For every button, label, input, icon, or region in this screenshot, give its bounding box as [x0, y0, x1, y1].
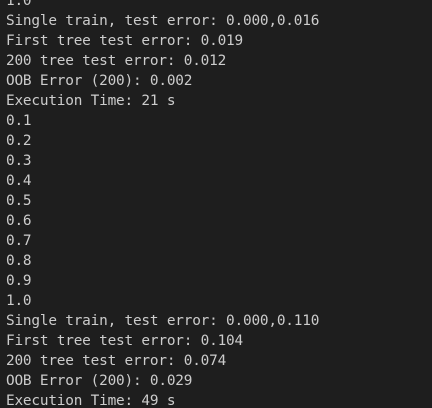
terminal-line: Execution Time: 49 s: [6, 393, 176, 408]
terminal-line: 0.9: [6, 273, 32, 289]
terminal-lines: 1.0 Single train, test error: 0.000,0.01…: [6, 0, 319, 408]
terminal-output-panel[interactable]: 1.0 Single train, test error: 0.000,0.01…: [0, 0, 432, 408]
terminal-line: First tree test error: 0.104: [6, 333, 243, 349]
terminal-line: Execution Time: 21 s: [6, 93, 176, 109]
terminal-line: OOB Error (200): 0.029: [6, 373, 193, 389]
terminal-line: 0.1: [6, 113, 32, 129]
terminal-line: 0.3: [6, 153, 32, 169]
terminal-line: 0.7: [6, 233, 32, 249]
terminal-line: 0.8: [6, 253, 32, 269]
terminal-line: 1.0: [6, 293, 32, 309]
terminal-line: Single train, test error: 0.000,0.110: [6, 313, 320, 329]
terminal-line-partial: 1.0: [6, 0, 32, 9]
terminal-line: 0.6: [6, 213, 32, 229]
terminal-line: OOB Error (200): 0.002: [6, 73, 193, 89]
terminal-line: 200 tree test error: 0.012: [6, 53, 227, 69]
terminal-line: 0.5: [6, 193, 32, 209]
terminal-line: Single train, test error: 0.000,0.016: [6, 13, 320, 29]
terminal-line: 0.4: [6, 173, 32, 189]
terminal-line: 200 tree test error: 0.074: [6, 353, 227, 369]
terminal-line: 0.2: [6, 133, 32, 149]
terminal-line: First tree test error: 0.019: [6, 33, 243, 49]
